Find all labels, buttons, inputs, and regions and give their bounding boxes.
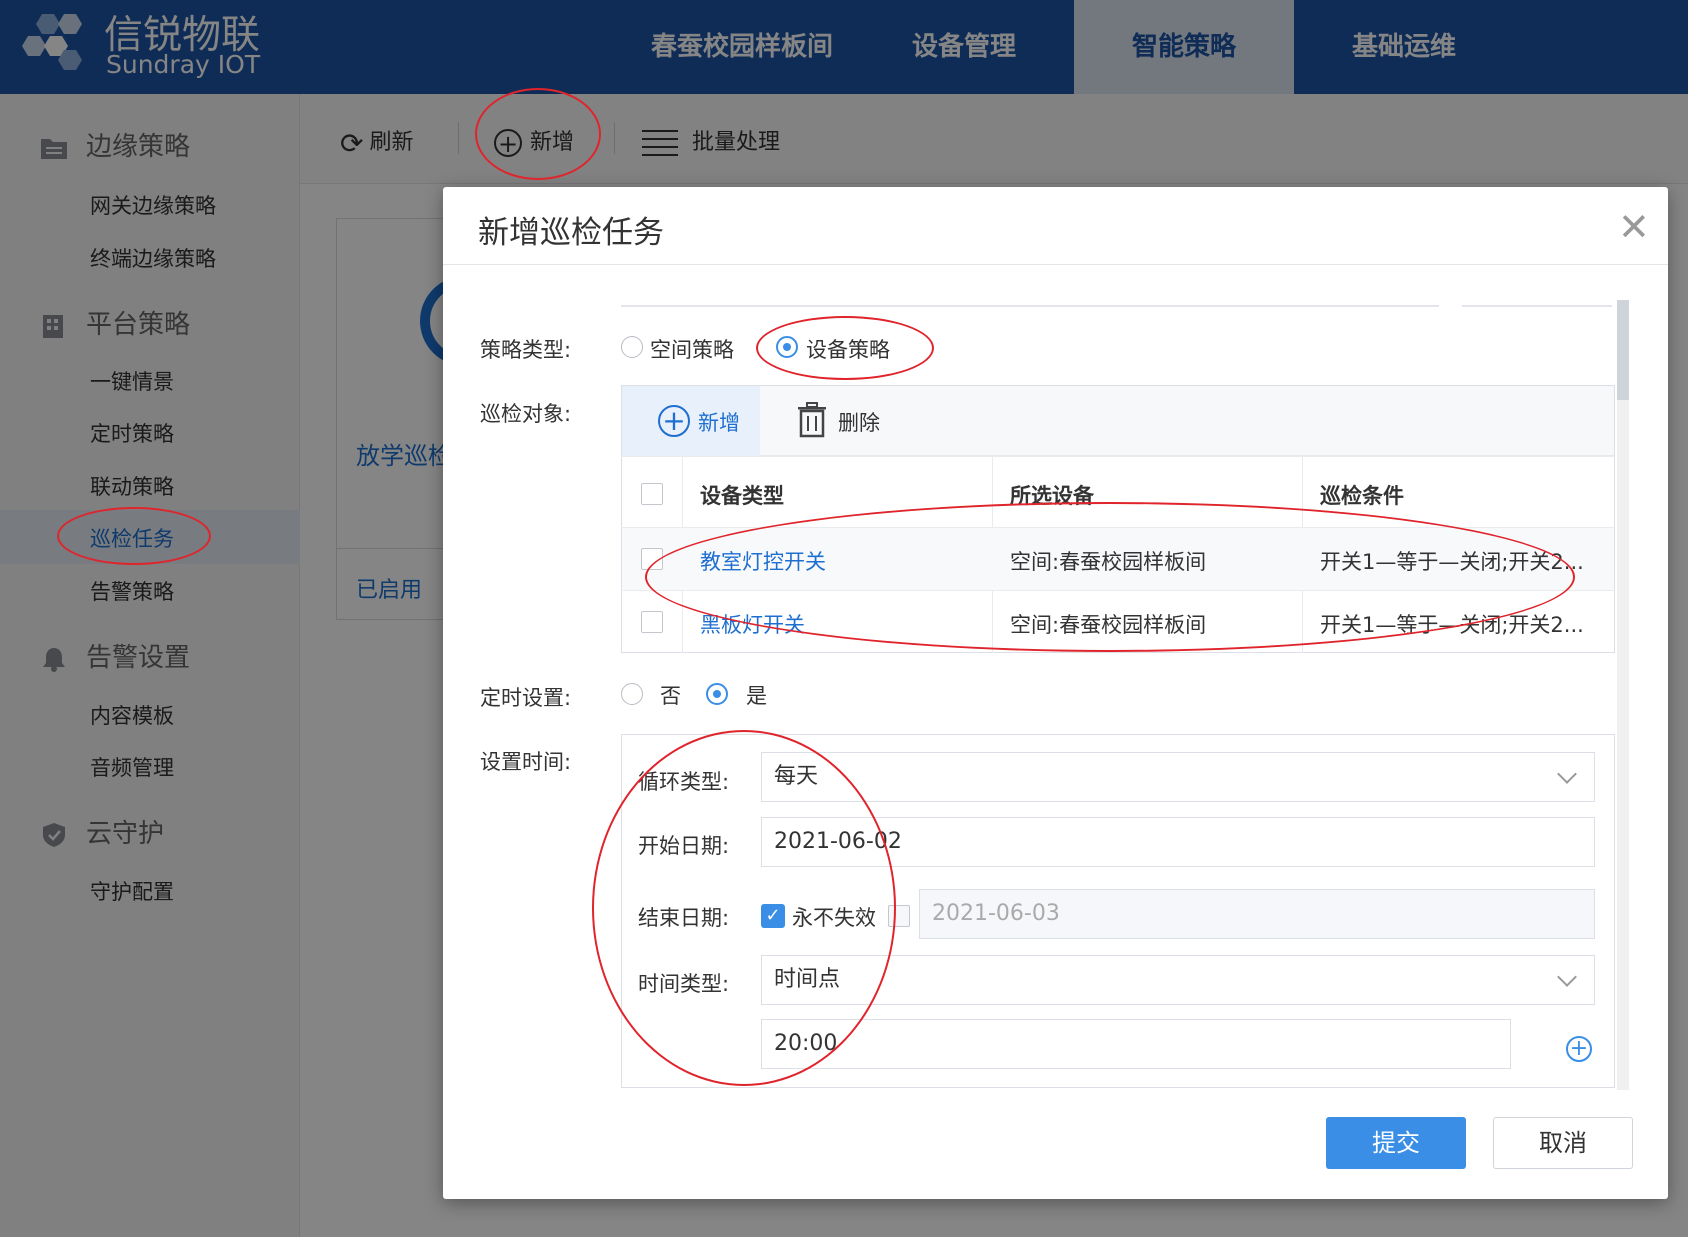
add-time-point-icon[interactable]: + bbox=[1566, 1036, 1592, 1062]
submit-button[interactable]: 提交 bbox=[1326, 1117, 1466, 1169]
cycle-type-select[interactable]: 每天 bbox=[761, 752, 1595, 802]
annotation-circle bbox=[475, 88, 601, 180]
inspection-delete-button[interactable]: 删除 bbox=[838, 407, 880, 437]
inspection-object-toolbar bbox=[622, 386, 1614, 456]
dialog-scrollbar-thumb[interactable] bbox=[1617, 300, 1629, 400]
chevron-down-icon bbox=[1557, 967, 1577, 987]
time-point-input[interactable]: 20:00 bbox=[761, 1019, 1511, 1069]
close-icon[interactable]: ✕ bbox=[1618, 208, 1650, 246]
column-header-condition[interactable]: 巡检条件 bbox=[1320, 480, 1404, 510]
inspection-add-label: 新增 bbox=[698, 411, 740, 435]
dialog-scrollbar-track[interactable] bbox=[1617, 300, 1629, 1090]
prev-field-border bbox=[621, 305, 1439, 307]
radio-timer-no-label: 否 bbox=[660, 684, 681, 708]
table-divider bbox=[621, 456, 1615, 457]
chevron-down-icon bbox=[1557, 764, 1577, 784]
radio-timer-yes[interactable] bbox=[706, 683, 728, 705]
inspection-object-label: 巡检对象: bbox=[480, 402, 572, 426]
annotation-circle bbox=[592, 730, 896, 1086]
cancel-button[interactable]: 取消 bbox=[1493, 1117, 1633, 1169]
prev-field-border bbox=[1462, 305, 1612, 307]
dialog-divider bbox=[443, 264, 1668, 265]
radio-space-strategy[interactable] bbox=[621, 336, 643, 358]
annotation-circle bbox=[645, 502, 1575, 652]
end-date-input[interactable]: 2021-06-03 bbox=[919, 889, 1595, 939]
row-checkbox[interactable] bbox=[641, 611, 663, 633]
trash-icon[interactable] bbox=[796, 402, 828, 438]
set-time-label: 设置时间: bbox=[480, 750, 572, 774]
select-all-checkbox[interactable] bbox=[641, 483, 663, 505]
radio-timer-yes-label: 是 bbox=[746, 684, 767, 708]
dialog-title: 新增巡检任务 bbox=[478, 215, 664, 251]
strategy-type-label: 策略类型: bbox=[480, 338, 572, 362]
plus-circle-icon: + bbox=[658, 405, 690, 437]
radio-space-strategy-label: 空间策略 bbox=[650, 338, 734, 362]
annotation-circle bbox=[57, 507, 211, 565]
radio-timer-no[interactable] bbox=[621, 683, 643, 705]
annotation-circle bbox=[756, 316, 934, 380]
column-header-device-type[interactable]: 设备类型 bbox=[700, 480, 784, 510]
timer-setting-label: 定时设置: bbox=[480, 686, 572, 710]
